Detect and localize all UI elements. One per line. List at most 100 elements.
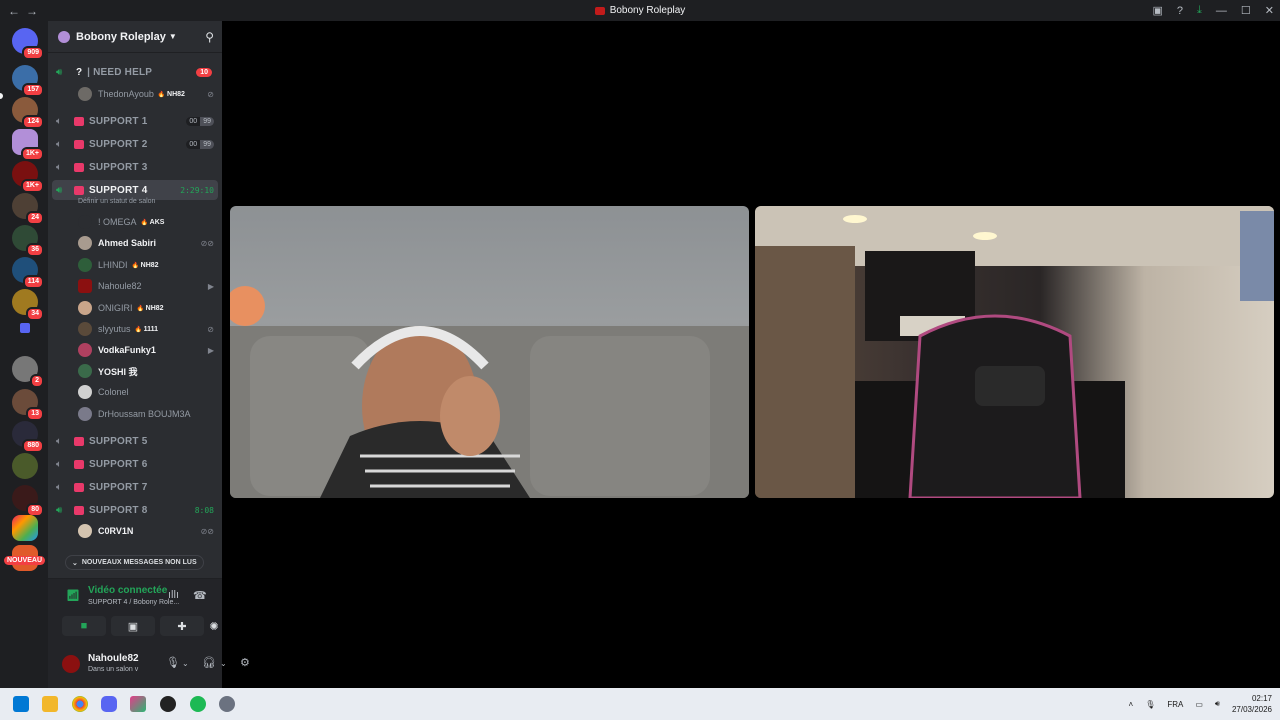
speaker-icon: 🔊︎	[56, 184, 63, 196]
speaker-icon: 🔊︎	[56, 66, 63, 78]
voice-user[interactable]: VodkaFunky1 ▶	[78, 340, 218, 360]
discord-icon[interactable]	[101, 696, 117, 712]
language-indicator[interactable]: FRA	[1167, 700, 1183, 709]
voice-channel-link[interactable]: SUPPORT 4 / Bobony Role...	[88, 599, 179, 606]
voice-user[interactable]: YOSHI 我	[78, 361, 218, 381]
spotify-icon[interactable]	[190, 696, 206, 712]
camera-button[interactable]: ■	[62, 616, 106, 636]
channel-support-8[interactable]: 🔊︎ SUPPORT 8 8:08	[52, 500, 218, 520]
start-icon[interactable]	[13, 696, 29, 712]
server-icon-active[interactable]: 1K+	[12, 129, 44, 161]
minimize-button[interactable]: —	[1216, 5, 1227, 17]
server-icon[interactable]: 2	[12, 356, 44, 388]
user-status: Dans un salon v	[88, 666, 139, 673]
display-icon[interactable]: ▭	[1195, 700, 1203, 709]
user-tag: NH82	[158, 91, 185, 98]
gear-icon[interactable]: ⚙	[240, 656, 250, 669]
avatar[interactable]	[62, 655, 80, 673]
speaker-icon: 🔈︎	[56, 458, 62, 470]
channel-status-text[interactable]: Définir un statut de salon	[78, 198, 155, 205]
voice-user[interactable]: Colonel	[78, 382, 218, 402]
screen-share-button[interactable]: ▣	[111, 616, 155, 636]
help-icon[interactable]: ?	[1177, 5, 1183, 17]
channel-support-1[interactable]: 🔈︎ SUPPORT 1 00 99	[52, 111, 218, 131]
server-icon[interactable]	[12, 515, 38, 541]
voice-user[interactable]: slyyutus1111⊘	[78, 319, 218, 339]
voice-user[interactable]: Nahoule82 ▶	[78, 276, 218, 296]
server-icon[interactable]: 114	[12, 257, 44, 289]
noise-suppression-icon[interactable]: ıllı	[168, 589, 179, 601]
channel-support-4[interactable]: 🔊︎ SUPPORT 4 2:29:10	[52, 180, 218, 200]
new-unread-messages-button[interactable]: ⌄ NOUVEAUX MESSAGES NON LUS	[65, 555, 204, 570]
forward-arrow-icon[interactable]: →	[26, 4, 38, 18]
server-icon[interactable]: 24	[12, 193, 44, 225]
channel-support-3[interactable]: 🔈︎ SUPPORT 3	[52, 157, 218, 177]
chevron-down-icon[interactable]: ⌄	[182, 659, 189, 668]
clock[interactable]: 02:17 27/03/2026	[1232, 693, 1272, 715]
microphone-icon[interactable]: 🎙︎	[1145, 700, 1155, 709]
voice-user[interactable]: ! OMEGAAKS	[78, 212, 218, 232]
server-icon[interactable]: 124	[12, 97, 44, 129]
chevron-up-icon[interactable]: ˄	[1129, 700, 1134, 709]
volume-icon[interactable]: 🔊︎	[1215, 699, 1220, 709]
voice-user[interactable]: C0RV1N ⊘⊘	[78, 521, 218, 541]
channel-timer: 8:08	[194, 505, 214, 515]
disconnect-icon[interactable]: ☎	[193, 589, 207, 602]
server-icon[interactable]	[12, 453, 38, 479]
soundboard-button[interactable]: ✺	[209, 616, 219, 636]
file-explorer-icon[interactable]	[42, 696, 58, 712]
avatar	[78, 87, 92, 101]
back-arrow-icon[interactable]: ←	[8, 4, 20, 18]
activities-button[interactable]: ✚	[160, 616, 204, 636]
video-frame	[230, 286, 749, 498]
user-panel: Nahoule82 Dans un salon v 🎙︎ ⌄ 🎧︎ ⌄ ⚙	[48, 642, 250, 688]
channel-support-6[interactable]: 🔈︎ SUPPORT 6	[52, 454, 218, 474]
speaker-icon: 🔊︎	[56, 504, 63, 516]
download-icon[interactable]: ⤓	[1197, 4, 1202, 17]
chevron-down-icon[interactable]: ⌄	[220, 659, 227, 668]
signal-icon[interactable]: 📶︎	[66, 589, 80, 602]
channel-support-5[interactable]: 🔈︎ SUPPORT 5	[52, 431, 218, 451]
voice-user[interactable]: DrHoussam BOUJM3A	[78, 404, 218, 424]
home-button[interactable]: 909	[12, 28, 44, 60]
maximize-button[interactable]: ☐	[1241, 4, 1251, 17]
avatar	[78, 385, 92, 399]
speaker-icon: 🔈︎	[56, 138, 62, 150]
server-icon[interactable]: 880	[12, 421, 44, 453]
server-icon[interactable]: 80	[12, 485, 44, 517]
channel-need-help[interactable]: 🔊︎ ? | NEED HELP 10	[52, 62, 218, 82]
video-tile[interactable]	[230, 206, 749, 498]
voice-user[interactable]: LHINDINH82	[78, 255, 218, 275]
voice-user[interactable]: Ahmed Sabiri ⊘⊘	[78, 233, 218, 253]
video-tile[interactable]	[755, 206, 1274, 498]
folder-icon[interactable]	[20, 323, 30, 333]
microphone-icon[interactable]: 🎙︎	[166, 656, 180, 669]
voice-user[interactable]: ThedonAyoubNH82⊘	[78, 84, 218, 104]
unread-badge: 880	[22, 439, 44, 453]
voice-user[interactable]: ONIGIRINH82	[78, 298, 218, 318]
guild-icon	[58, 30, 70, 43]
guild-header[interactable]: Bobony Roleplay ▼ ⚲	[48, 21, 222, 53]
app-icon[interactable]	[160, 696, 176, 712]
username: Nahoule82	[88, 653, 139, 664]
speaker-icon: 🔈︎	[56, 435, 62, 447]
sos-icon	[74, 459, 84, 469]
channel-support-2[interactable]: 🔈︎ SUPPORT 2 00 99	[52, 134, 218, 154]
server-icon[interactable]: 13	[12, 389, 44, 421]
soundboard-icon: ✺	[209, 620, 219, 633]
invite-people-icon[interactable]: ⚲	[205, 30, 214, 44]
close-button[interactable]: ✕	[1265, 4, 1274, 17]
chrome-icon[interactable]	[72, 696, 88, 712]
channel-support-7[interactable]: 🔈︎ SUPPORT 7	[52, 477, 218, 497]
server-icon[interactable]: 157	[12, 65, 44, 97]
server-icon[interactable]: 1K+	[12, 161, 44, 193]
headset-icon[interactable]: 🎧︎	[202, 656, 216, 669]
clock-time: 02:17	[1251, 694, 1272, 703]
settings-icon[interactable]	[219, 696, 235, 712]
app-icon[interactable]	[130, 696, 146, 712]
server-icon[interactable]: 34	[12, 289, 44, 321]
server-logo-icon	[594, 6, 605, 15]
inbox-icon[interactable]: ▣	[1153, 4, 1163, 17]
title-bar: ← → Bobony Roleplay ▣ ? ⤓ — ☐ ✕	[0, 0, 1280, 21]
server-icon[interactable]: 36	[12, 225, 44, 257]
